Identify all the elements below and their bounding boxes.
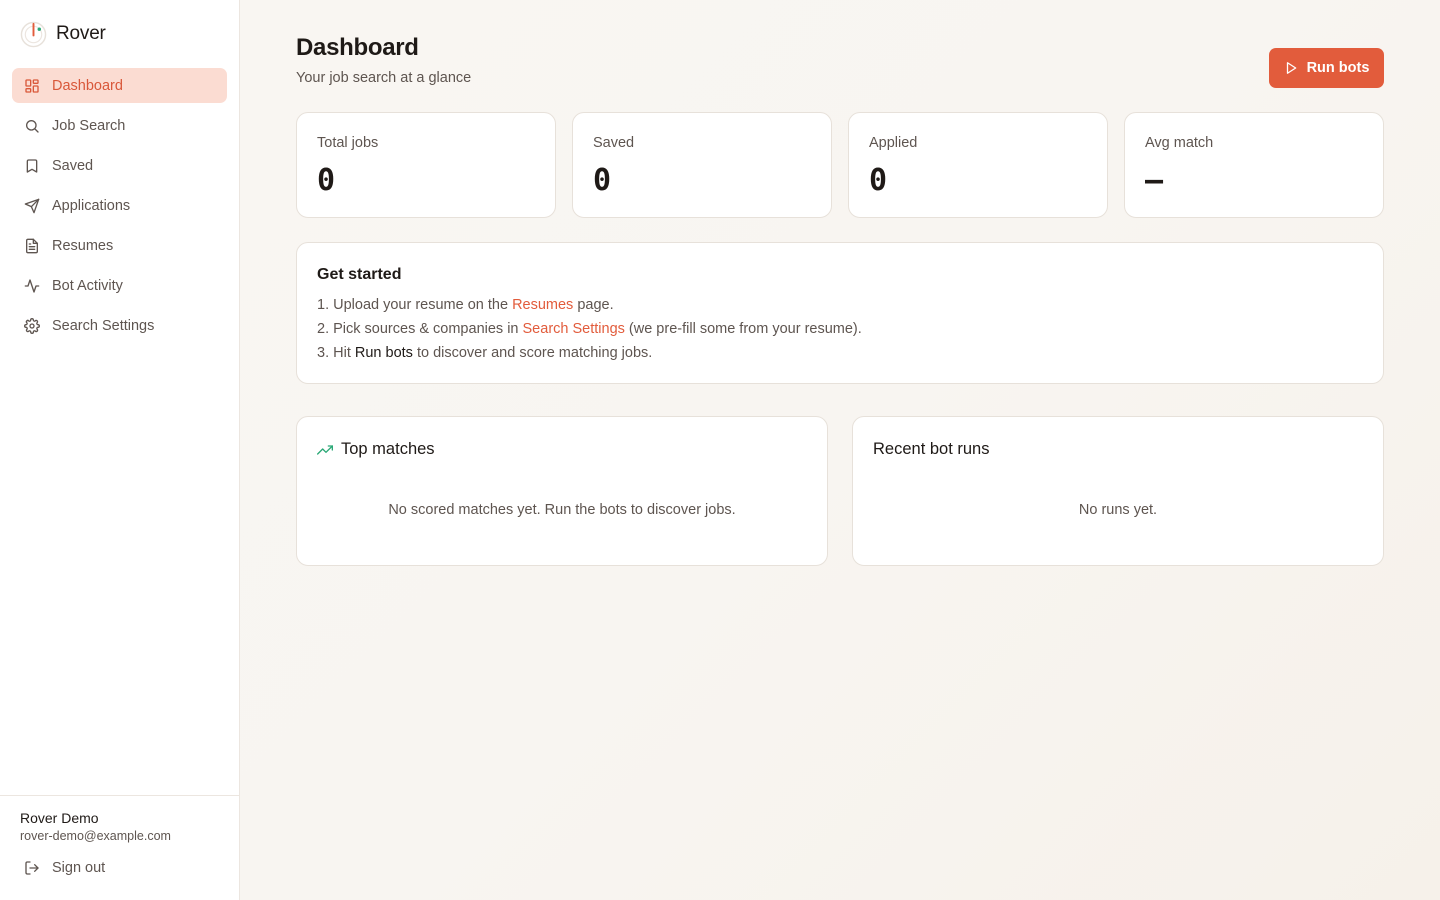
activity-icon <box>24 278 40 293</box>
sidebar-item-saved[interactable]: Saved <box>12 148 227 183</box>
sidebar-item-job-search[interactable]: Job Search <box>12 108 227 143</box>
sidebar-item-resumes[interactable]: Resumes <box>12 228 227 263</box>
sidebar-item-label: Resumes <box>52 237 114 254</box>
stat-card-saved: Saved 0 <box>572 112 832 218</box>
run-bots-button[interactable]: Run bots <box>1269 48 1384 88</box>
page-subtitle: Your job search at a glance <box>296 70 472 86</box>
trending-up-icon <box>317 444 333 455</box>
stat-label: Avg match <box>1145 135 1214 151</box>
page-title: Dashboard <box>296 34 419 61</box>
sidebar: Rover Dashboard Job Search Saved Applica… <box>0 0 240 900</box>
stat-value: — <box>1145 163 1164 198</box>
sidebar-footer: Rover Demo rover-demo@example.com Sign o… <box>0 795 239 900</box>
gear-icon <box>24 317 40 334</box>
sidebar-item-search-settings[interactable]: Search Settings <box>12 308 227 343</box>
send-icon <box>24 198 40 213</box>
step-text: 2. Pick sources & companies in <box>317 321 523 337</box>
search-icon <box>26 119 39 133</box>
bookmark-icon <box>26 158 38 173</box>
sidebar-nav: Dashboard Job Search Saved Applications … <box>12 68 227 348</box>
get-started-card: Get started 1. Upload your resume on the… <box>296 242 1384 384</box>
main-content: Dashboard Your job search at a glance Ru… <box>240 0 1440 900</box>
document-icon <box>26 238 38 253</box>
search-settings-link[interactable]: Search Settings <box>523 321 625 337</box>
recent-runs-empty-state: No runs yet. <box>1078 502 1158 518</box>
sign-out-button[interactable]: Sign out <box>24 860 105 876</box>
stat-label: Saved <box>593 135 635 151</box>
get-started-step-3: 3. Hit Run bots to discover and score ma… <box>317 345 652 361</box>
get-started-step-2: 2. Pick sources & companies in Search Se… <box>317 321 862 337</box>
sidebar-item-dashboard[interactable]: Dashboard <box>12 68 227 103</box>
user-email: rover-demo@example.com <box>20 829 171 843</box>
dashboard-icon <box>25 78 39 93</box>
sidebar-item-applications[interactable]: Applications <box>12 188 227 223</box>
top-matches-title-row: Top matches <box>317 440 435 459</box>
stat-card-avg-match: Avg match — <box>1124 112 1384 218</box>
app-name: Rover <box>56 23 106 44</box>
top-matches-card: Top matches No scored matches yet. Run t… <box>296 416 828 566</box>
top-matches-empty-state: No scored matches yet. Run the bots to d… <box>388 502 736 518</box>
recent-runs-title: Recent bot runs <box>873 440 990 458</box>
get-started-step-1: 1. Upload your resume on the Resumes pag… <box>317 297 614 313</box>
sign-out-label: Sign out <box>52 860 106 876</box>
stat-card-total-jobs: Total jobs 0 <box>296 112 556 218</box>
step-text: page. <box>573 297 614 313</box>
stat-value: 0 <box>317 163 336 198</box>
rover-logo-icon <box>20 21 47 47</box>
sidebar-item-label: Applications <box>52 197 131 214</box>
recent-runs-card: Recent bot runs No runs yet. <box>852 416 1384 566</box>
brand[interactable]: Rover <box>20 20 106 48</box>
run-bots-mention: Run bots <box>354 345 413 361</box>
top-matches-title: Top matches <box>341 440 435 458</box>
step-text: 1. Upload your resume on the <box>317 297 513 313</box>
stat-label: Applied <box>869 135 918 151</box>
sidebar-item-label: Job Search <box>52 117 126 134</box>
play-icon <box>1286 62 1296 74</box>
sidebar-item-bot-activity[interactable]: Bot Activity <box>12 268 227 303</box>
run-bots-label: Run bots <box>1306 60 1370 76</box>
step-text: (we pre-fill some from your resume). <box>624 321 862 337</box>
step-text: 3. Hit <box>317 345 355 361</box>
resumes-link[interactable]: Resumes <box>512 297 573 313</box>
stat-value: 0 <box>869 163 888 198</box>
stat-value: 0 <box>593 163 612 198</box>
sidebar-item-label: Bot Activity <box>52 277 123 294</box>
get-started-title: Get started <box>317 266 402 283</box>
sidebar-item-label: Search Settings <box>52 317 155 334</box>
sign-out-icon <box>25 861 39 875</box>
step-text: to discover and score matching jobs. <box>412 345 653 361</box>
user-name: Rover Demo <box>20 810 99 826</box>
sidebar-item-label: Dashboard <box>52 77 123 94</box>
stat-label: Total jobs <box>317 135 379 151</box>
stat-card-applied: Applied 0 <box>848 112 1108 218</box>
sidebar-item-label: Saved <box>52 157 94 174</box>
